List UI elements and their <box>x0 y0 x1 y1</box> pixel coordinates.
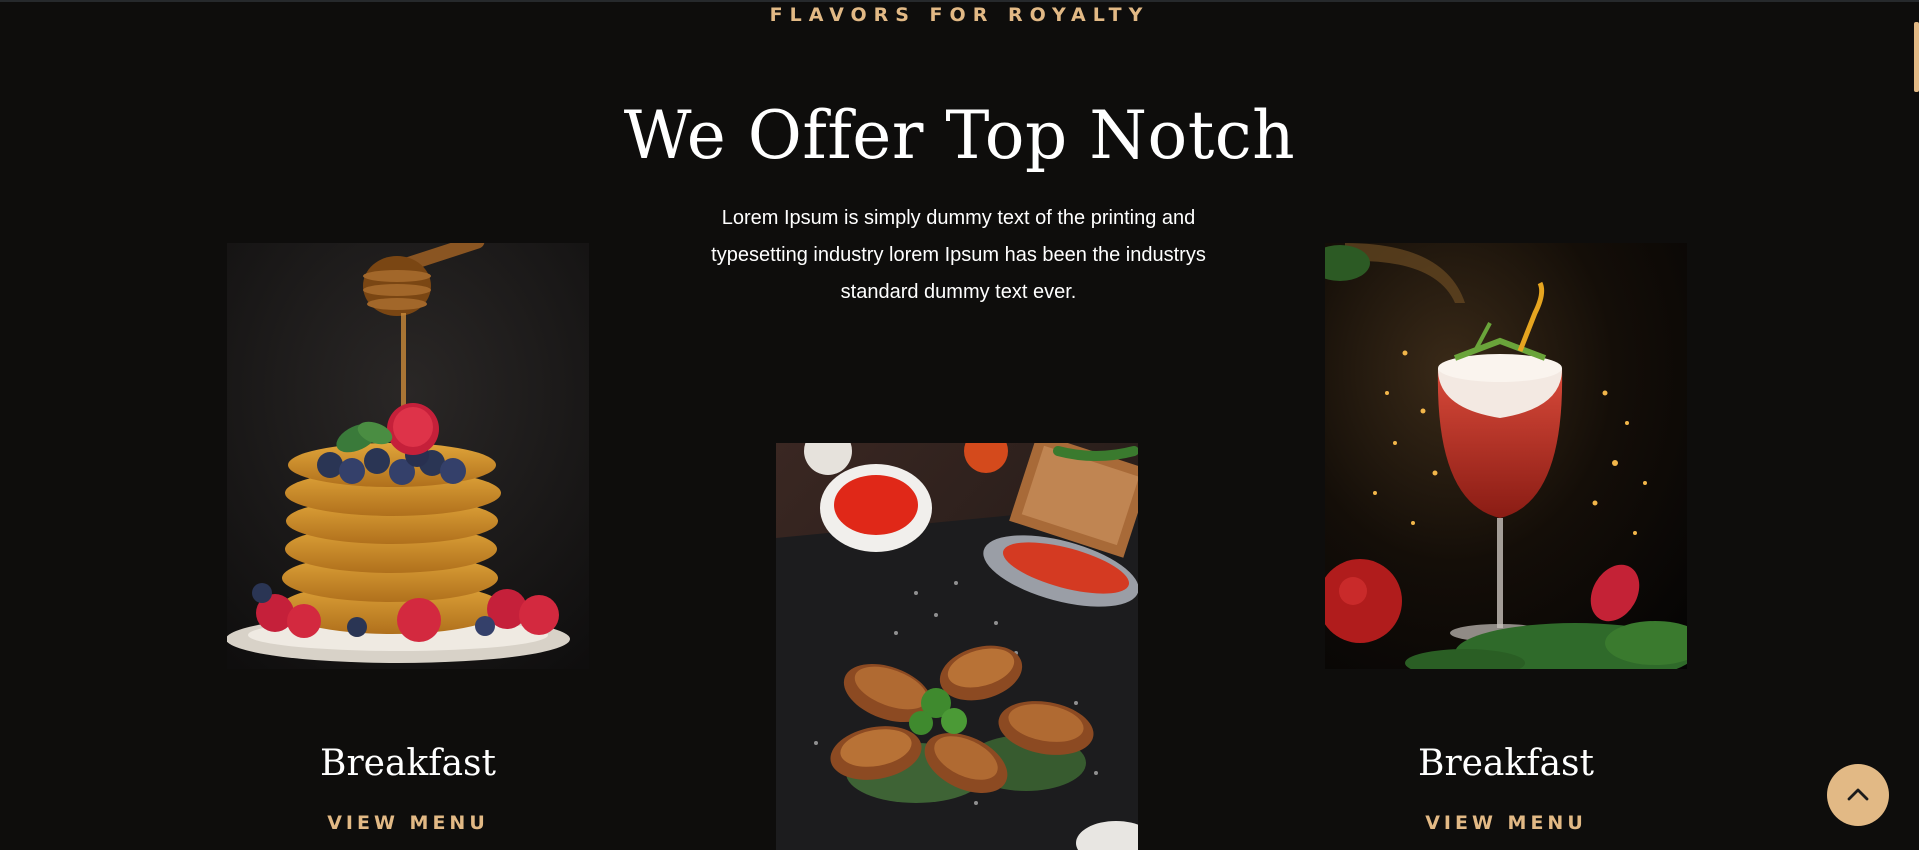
pancakes-with-honey-photo <box>227 243 589 669</box>
section-title: We Offer Top Notch <box>623 97 1296 174</box>
view-menu-link-left[interactable]: VIEW MENU <box>208 812 608 834</box>
top-border <box>0 0 1919 2</box>
chevron-up-icon <box>1847 786 1869 805</box>
card-title-breakfast-right: Breakfast <box>1418 743 1594 784</box>
card-title-breakfast-left: Breakfast <box>320 743 496 784</box>
view-menu-link-right[interactable]: VIEW MENU <box>1306 812 1706 834</box>
grilled-chicken-wings-photo <box>776 443 1138 850</box>
section-description: Lorem Ipsum is simply dummy text of the … <box>711 207 1206 303</box>
back-to-top-button[interactable] <box>1827 764 1889 826</box>
scrollbar-thumb[interactable] <box>1914 22 1919 92</box>
red-cocktail-photo <box>1325 243 1687 669</box>
section-eyebrow: FLAVORS FOR ROYALTY <box>769 4 1150 26</box>
